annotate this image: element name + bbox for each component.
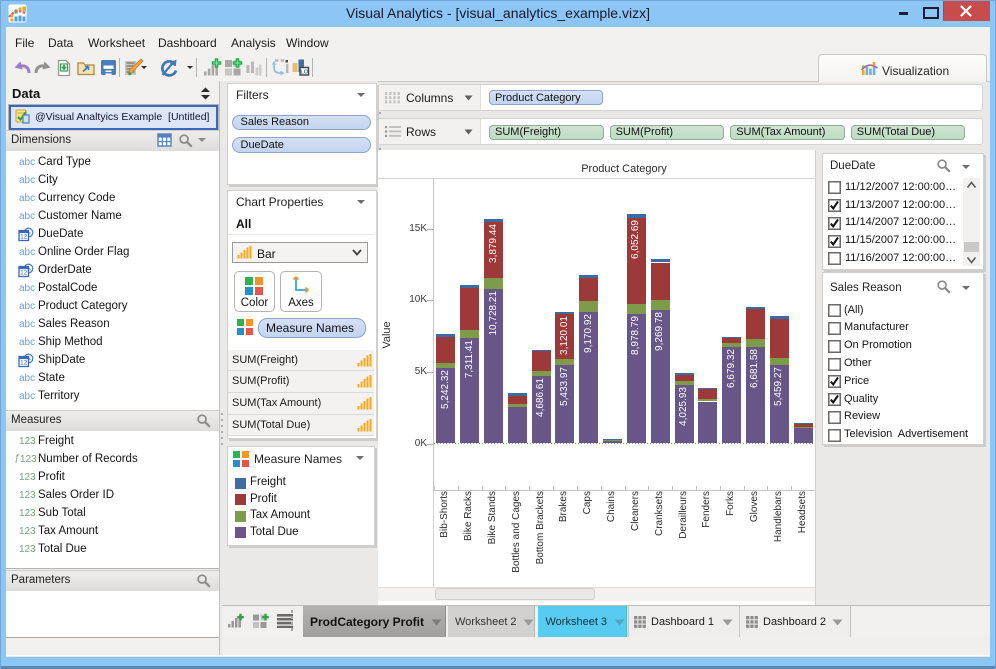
svg-text:12: 12 (20, 360, 28, 367)
svg-text:12: 12 (20, 270, 28, 277)
svg-text:12: 12 (20, 234, 28, 241)
svg-text:LO: LO (300, 70, 308, 76)
